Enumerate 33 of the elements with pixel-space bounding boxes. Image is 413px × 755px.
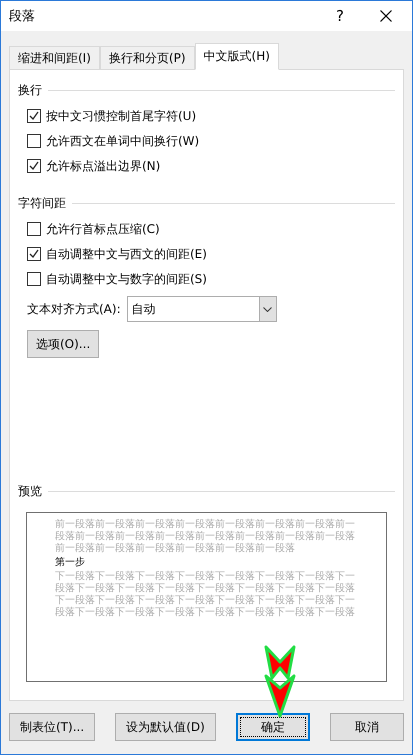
preview-text: 前一段落前一段落前一段落前一段落前一段落前一段落前一段落前一段落前一段落前一段落前一段落前一段落前一段落前一段落前一段落前一段落前一段落前一段落前一段落前一段落前一段落 <box>55 519 356 555</box>
checkbox[interactable] <box>27 109 41 123</box>
dialog-button[interactable]: 确定 <box>236 713 310 741</box>
checkbox-label[interactable]: 按中文习惯控制首尾字符(U) <box>46 108 196 124</box>
help-button[interactable]: ? <box>320 1 360 31</box>
checkbox-label[interactable]: 允许行首标点压缩(C) <box>46 220 160 238</box>
section-heading: 换行 <box>18 82 42 99</box>
checkbox[interactable] <box>27 134 41 148</box>
window-title: 段落 <box>9 8 36 25</box>
tab[interactable]: 换行和分页(P) <box>100 46 195 70</box>
checkbox[interactable] <box>27 247 41 261</box>
section-heading: 字符间距 <box>18 195 66 212</box>
chevron-down-icon <box>263 306 272 312</box>
field-label: 文本对齐方式(A): <box>27 300 121 318</box>
options-button[interactable]: 选项(O)... <box>27 330 100 358</box>
checkbox[interactable] <box>27 272 41 286</box>
pointer-arrow-drawing <box>264 646 296 718</box>
dialog-button[interactable]: 设为默认值(D) <box>115 713 216 741</box>
alignment-dropdown[interactable]: 自动 <box>126 296 277 322</box>
checkbox-label[interactable]: 允许标点溢出边界(N) <box>46 158 160 174</box>
checkbox[interactable] <box>27 159 41 173</box>
dialog-button[interactable]: 取消 <box>330 713 404 741</box>
preview-text: 第一步 <box>55 557 86 569</box>
close-icon <box>380 10 392 22</box>
tab[interactable]: 中文版式(H) <box>194 43 279 70</box>
tab[interactable]: 缩进和间距(I) <box>9 46 100 70</box>
checkbox[interactable] <box>27 222 41 236</box>
checkbox-label[interactable]: 允许西文在单词中间换行(W) <box>46 132 200 150</box>
preview-text: 下一段落下一段落下一段落下一段落下一段落下一段落下一段落下一段落下一段落下一段落下一段落下一段落下一段落下一段落下一段落下一段落下一段落下一段落下一段落下一段落下一段落下一段落下一段落下一段落下一段落下一段落下一段落下一段落下一段落下一段落 <box>55 571 356 619</box>
checkbox-label[interactable]: 自动调整中文与西文的间距(E) <box>46 246 207 262</box>
section-heading: 预览 <box>18 483 42 500</box>
checkbox-label[interactable]: 自动调整中文与数字的间距(S) <box>46 270 207 288</box>
dialog-button[interactable]: 制表位(T)... <box>9 713 96 741</box>
